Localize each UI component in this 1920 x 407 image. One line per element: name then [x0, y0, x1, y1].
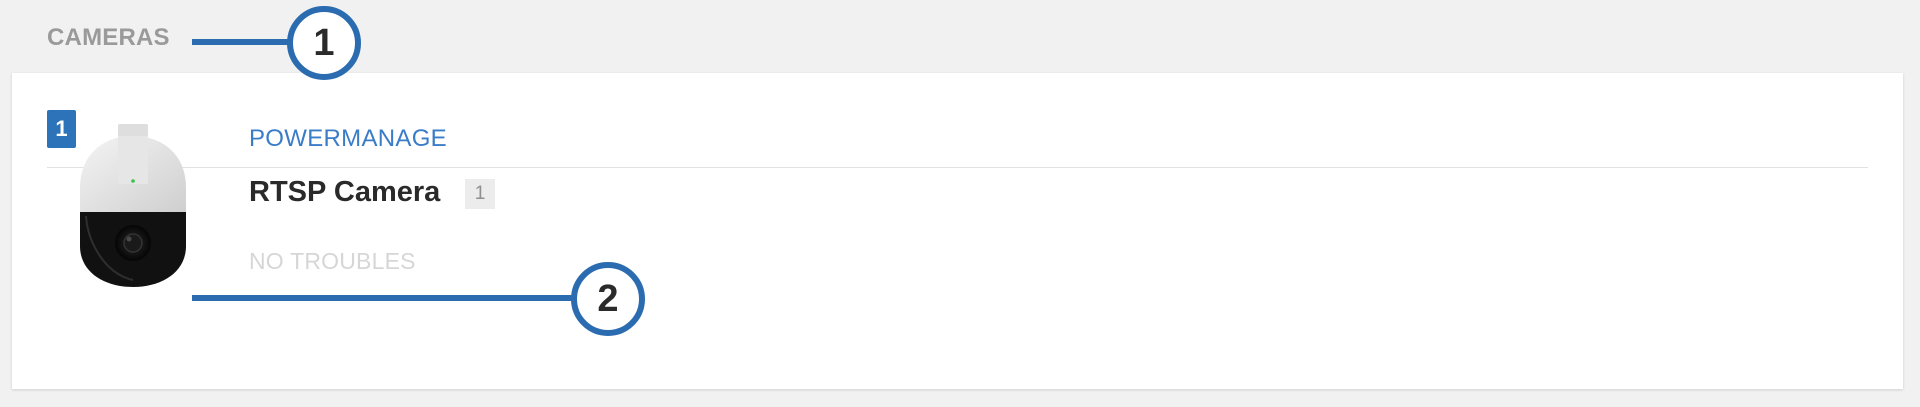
ptz-dome-camera-icon[interactable] [66, 124, 200, 287]
callout-1-line [192, 39, 294, 45]
device-id-badge: 1 [465, 179, 495, 209]
section-title: CAMERAS [47, 24, 170, 51]
device-name[interactable]: RTSP Camera [249, 176, 440, 209]
device-status: NO TROUBLES [249, 248, 416, 274]
callout-2-line [192, 295, 577, 301]
cameras-screen: CAMERAS 1 POWERMANAGE RTSP Camera 1 NO T… [0, 0, 1920, 407]
card-divider [47, 167, 1868, 168]
callout-1-marker: 1 [287, 6, 361, 80]
callout-2-marker: 2 [571, 262, 645, 336]
panel-name-link[interactable]: POWERMANAGE [249, 125, 447, 153]
cameras-card: 1 [12, 73, 1903, 389]
